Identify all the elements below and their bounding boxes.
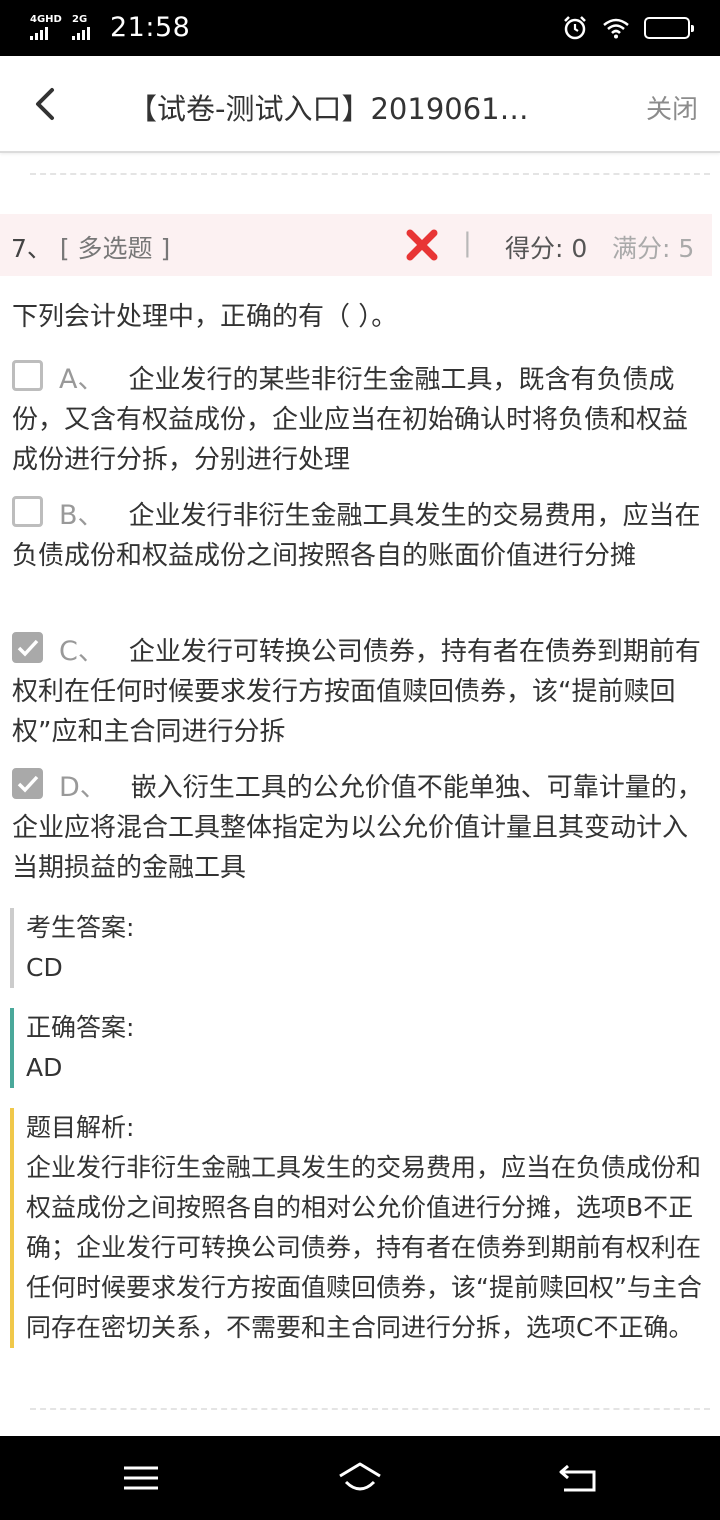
signal-icon: 4GHD 2G (30, 14, 106, 40)
wifi-icon (603, 18, 629, 39)
checkmark-icon (17, 775, 39, 793)
option-text: 企业发行的某些非衍生金融工具，既含有负债成份，又含有权益成份，企业应当在初始确认… (12, 365, 689, 475)
analysis-text: 企业发行非衍生金融工具发生的交易费用，应当在负债成份和权益成份之间按照各自的相对… (26, 1153, 702, 1342)
status-time: 21:58 (110, 12, 191, 43)
divider: | (463, 228, 472, 258)
option-letter: D、 (59, 772, 107, 803)
checkmark-icon (17, 639, 39, 657)
option-c[interactable]: C、 企业发行可转换公司债券，持有者在债券到期前有权利在任何时候要求发行方按面值赎… (12, 632, 712, 752)
analysis-label: 题目解析: (26, 1113, 135, 1142)
student-answer: 考生答案: CD (10, 908, 710, 988)
option-text: 企业发行非衍生金融工具发生的交易费用，应当在负债成份和权益成份之间按照各自的账面… (12, 501, 701, 571)
correct-answer: 正确答案: AD (10, 1008, 710, 1088)
checkbox-c[interactable] (12, 632, 43, 663)
question-type: [ 多选题 ] (59, 234, 171, 263)
correct-answer-label: 正确答案: (26, 1013, 135, 1042)
option-text: 企业发行可转换公司债券，持有者在债券到期前有权利在任何时候要求发行方按面值赎回债… (12, 637, 701, 747)
student-answer-label: 考生答案: (26, 913, 135, 942)
student-answer-value: CD (26, 953, 63, 982)
option-a[interactable]: A、 企业发行的某些非衍生金融工具，既含有负债成份，又含有权益成份，企业应当在初始… (12, 360, 712, 480)
battery-icon: 71 (644, 17, 694, 39)
divider (30, 1408, 710, 1410)
question-stem: 下列会计处理中，正确的有（ ）。 (12, 302, 398, 332)
wrong-x-icon (406, 229, 438, 261)
menu-icon[interactable] (118, 1460, 164, 1496)
back-arrow-icon[interactable] (24, 82, 68, 126)
page-title: 【试卷-测试入口】2019061… (128, 92, 529, 126)
question-number: 7、 (11, 234, 52, 263)
status-bar: 4GHD 2G 21:58 71 (0, 0, 720, 56)
back-icon[interactable] (556, 1460, 602, 1496)
checkbox-a[interactable] (12, 360, 43, 391)
option-letter: C、 (59, 636, 105, 667)
checkbox-b[interactable] (12, 496, 43, 527)
close-button[interactable]: 关闭 (646, 89, 698, 126)
option-b[interactable]: B、 企业发行非衍生金融工具发生的交易费用，应当在负债成份和权益成份之间按照各自的… (12, 496, 712, 576)
network-type-1: 4GHD (30, 14, 62, 25)
divider (30, 173, 710, 175)
app-header: 【试卷-测试入口】2019061… 关闭 (0, 56, 720, 153)
question-number-type: 7、 [ 多选题 ] (11, 229, 170, 265)
option-d[interactable]: D、 嵌入衍生工具的公允价值不能单独、可靠计量的，企业应将混合工具整体指定为以公允… (12, 768, 712, 888)
network-type-2: 2G (72, 14, 88, 25)
question-header: 7、 [ 多选题 ] | 得分: 0 满分: 5 (0, 214, 712, 276)
battery-level: 71 (657, 20, 677, 35)
home-icon[interactable] (337, 1460, 383, 1496)
alarm-icon (564, 16, 586, 40)
system-nav-bar (0, 1436, 720, 1520)
answer-analysis: 题目解析: 企业发行非衍生金融工具发生的交易费用，应当在负债成份和权益成份之间按… (10, 1108, 710, 1348)
checkbox-d[interactable] (12, 768, 43, 799)
full-score-text: 满分: 5 (612, 234, 695, 263)
score-text: 得分: 0 (505, 234, 588, 263)
correct-answer-value: AD (26, 1053, 63, 1082)
option-letter: A、 (59, 364, 105, 395)
option-letter: B、 (59, 500, 105, 531)
option-text: 嵌入衍生工具的公允价值不能单独、可靠计量的，企业应将混合工具整体指定为以公允价值… (12, 773, 703, 883)
